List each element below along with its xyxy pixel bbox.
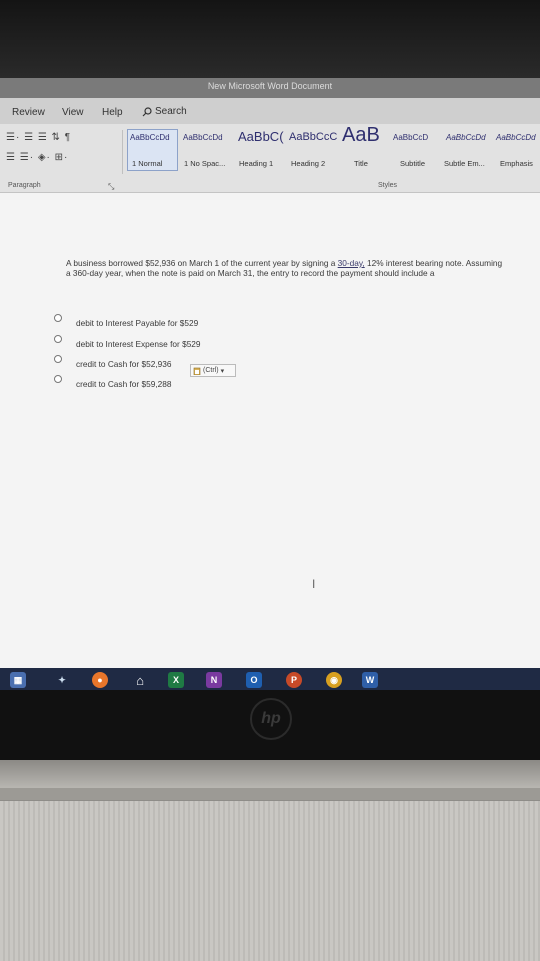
style-preview-subtitle[interactable]: AaBbCcD: [393, 133, 428, 142]
home-icon[interactable]: ⌂: [132, 672, 148, 688]
answer-option-3[interactable]: credit to Cash for $52,936: [54, 355, 172, 369]
word-icon[interactable]: W: [362, 672, 378, 688]
style-caption-normal: 1 Normal: [132, 159, 163, 168]
answer-option-1[interactable]: debit to Interest Payable for $529: [54, 314, 199, 328]
window-title: New Microsoft Word Document: [207, 81, 333, 91]
ribbon-tabs: Review View Help Search: [0, 98, 540, 124]
search-box[interactable]: Search: [142, 106, 187, 117]
answer-option-label: credit to Cash for $59,288: [76, 379, 172, 389]
start-icon[interactable]: ▦: [10, 672, 26, 688]
question-part-1: A business borrowed $52,936 on March 1 o…: [66, 258, 338, 268]
radio-button[interactable]: [54, 335, 62, 343]
tab-help[interactable]: Help: [102, 107, 123, 118]
outlook-icon[interactable]: O: [246, 672, 262, 688]
paste-options-label: (Ctrl): [203, 367, 219, 374]
style-caption-emphasis: Emphasis: [500, 159, 533, 168]
laptop-bezel-top: [0, 0, 540, 78]
tab-view[interactable]: View: [62, 107, 84, 118]
question-underlined-term: 30-day,: [337, 258, 365, 268]
laptop-hinge: [0, 760, 540, 788]
styles-group-label: Styles: [378, 182, 398, 189]
paragraph-group-label: Paragraph: [8, 182, 41, 189]
style-preview-subtle-emphasis[interactable]: AaBbCcDd: [446, 133, 486, 142]
style-caption-heading-2: Heading 2: [291, 159, 326, 168]
search-icon: [142, 106, 152, 116]
search-label: Search: [155, 106, 187, 117]
style-preview-heading-2[interactable]: AaBbCcC: [289, 131, 337, 143]
style-preview-heading-1[interactable]: AaBbC(: [238, 129, 284, 144]
document-page[interactable]: A business borrowed $52,936 on March 1 o…: [0, 193, 540, 668]
answer-option-2[interactable]: debit to Interest Expense for $529: [54, 335, 201, 349]
paste-options-button[interactable]: (Ctrl) ▾: [190, 364, 236, 377]
text-cursor-icon: I: [312, 577, 316, 591]
paragraph-tools-row-2[interactable]: ☰ ☰· ◈· ⊞·: [6, 152, 68, 163]
radio-button[interactable]: [54, 375, 62, 383]
style-caption-subtle-emphasis: Subtle Em...: [444, 159, 485, 168]
style-preview-normal[interactable]: AaBbCcDd: [130, 133, 170, 142]
group-divider: [122, 130, 123, 174]
paragraph-dialog-launcher-icon[interactable]: ⤡: [108, 182, 114, 192]
question-text: A business borrowed $52,936 on March 1 o…: [66, 258, 506, 278]
answer-option-4[interactable]: credit to Cash for $59,288: [54, 375, 172, 389]
title-bar: New Microsoft Word Document: [0, 78, 540, 98]
clipboard-icon: [193, 367, 201, 375]
radio-button[interactable]: [54, 314, 62, 322]
laptop-keyboard-deck: [0, 800, 540, 961]
answer-option-label: debit to Interest Payable for $529: [76, 318, 199, 328]
firefox-icon[interactable]: ●: [92, 672, 108, 688]
excel-icon[interactable]: X: [168, 672, 184, 688]
task-view-icon[interactable]: ✦: [54, 672, 70, 688]
chrome-icon[interactable]: ◉: [326, 672, 342, 688]
ribbon: ☰· ☰ ☰ ⇅ ¶ ☰ ☰· ◈· ⊞· Paragraph ⤡ AaBbCc…: [0, 124, 540, 193]
powerpoint-icon[interactable]: P: [286, 672, 302, 688]
radio-button[interactable]: [54, 355, 62, 363]
onenote-icon[interactable]: N: [206, 672, 222, 688]
style-caption-heading-1: Heading 1: [239, 159, 274, 168]
chevron-down-icon: ▾: [220, 367, 225, 375]
answer-option-label: debit to Interest Expense for $529: [76, 339, 201, 349]
style-preview-title[interactable]: AaB: [342, 124, 380, 147]
style-caption-title: Title: [354, 159, 368, 168]
paragraph-tools-row-1[interactable]: ☰· ☰ ☰ ⇅ ¶: [6, 132, 71, 143]
hp-logo: hp: [250, 698, 292, 740]
answer-option-label: credit to Cash for $52,936: [76, 359, 172, 369]
style-preview-no-spacing[interactable]: AaBbCcDd: [183, 133, 223, 142]
taskbar: [0, 668, 540, 690]
style-caption-no-spacing: 1 No Spac...: [184, 159, 226, 168]
word-window: New Microsoft Word Document Review View …: [0, 78, 540, 668]
style-caption-subtitle: Subtitle: [400, 159, 426, 168]
tab-review[interactable]: Review: [12, 107, 45, 118]
style-preview-emphasis[interactable]: AaBbCcDd: [496, 133, 536, 142]
